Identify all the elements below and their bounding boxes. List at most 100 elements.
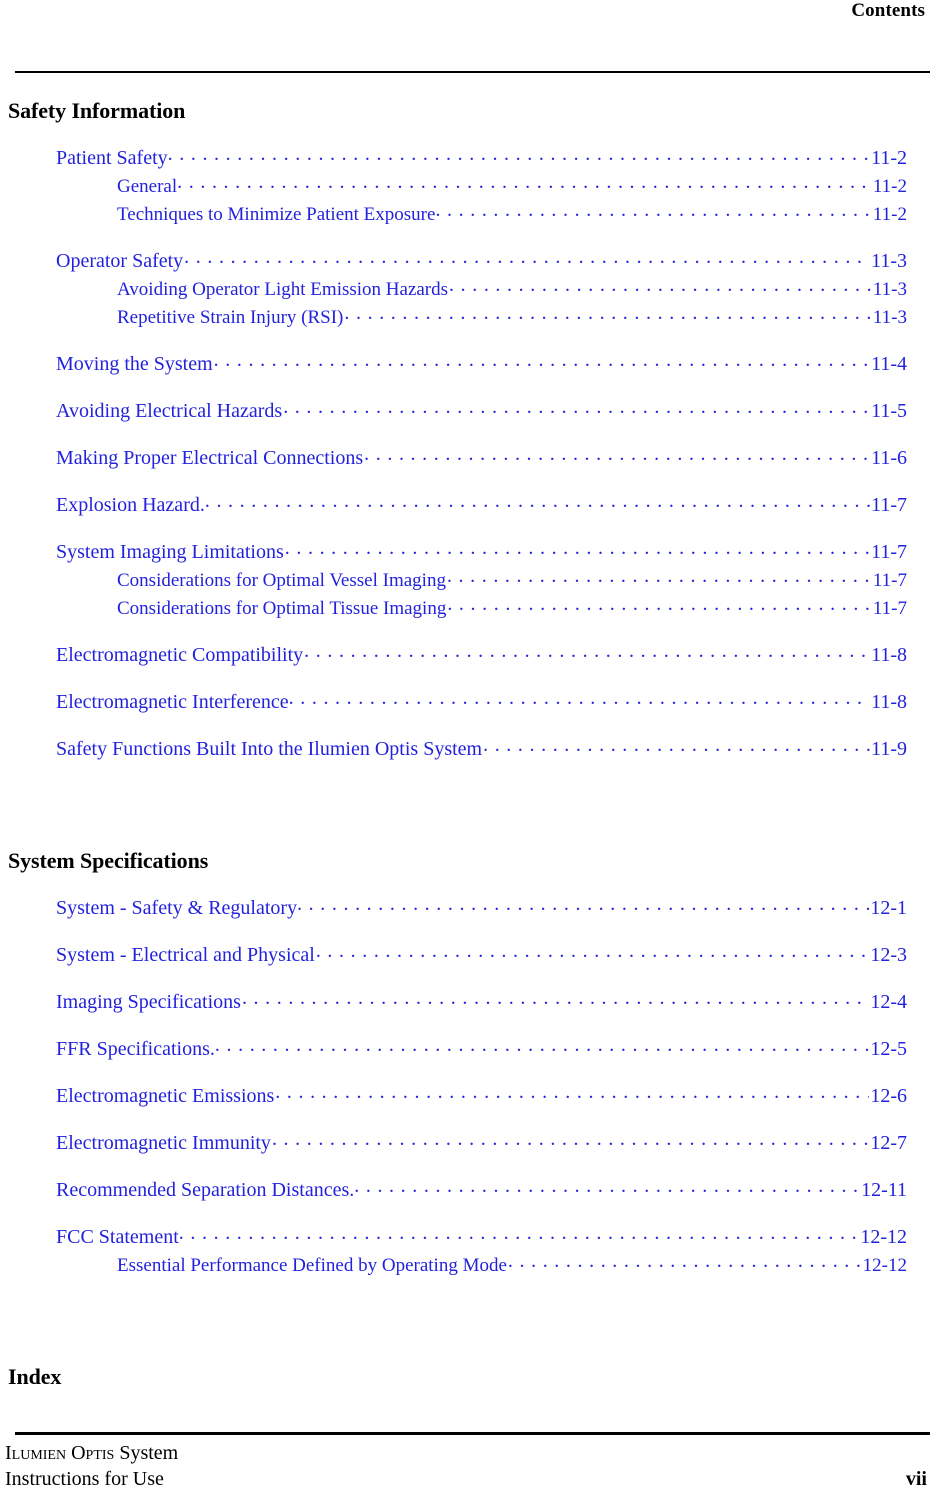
toc-entry[interactable]: Explosion Hazard. 11-7 xyxy=(0,491,945,520)
running-header-title: Contents xyxy=(851,0,925,21)
toc-entry-label: Considerations for Optimal Tissue Imagin… xyxy=(117,598,447,619)
toc-entry[interactable]: Avoiding Electrical Hazards 11-5 xyxy=(0,397,945,426)
toc-entry[interactable]: Electromagnetic Emissions 12-6 xyxy=(0,1082,945,1111)
toc-entry-page-number: 12-1 xyxy=(870,897,907,919)
toc-dot-leader xyxy=(297,894,869,914)
toc-entry[interactable]: Imaging Specifications 12-4 xyxy=(0,988,945,1017)
toc-group: Electromagnetic Immunity 12-7 xyxy=(0,1129,945,1158)
toc-group: FCC Statement 12-12 Essential Performance … xyxy=(0,1223,945,1280)
footer-product-suffix: System xyxy=(119,1442,179,1464)
toc-entry-page-number: 11-4 xyxy=(871,353,907,375)
toc-dot-leader xyxy=(242,988,869,1008)
toc-group: Imaging Specifications 12-4 xyxy=(0,988,945,1017)
toc-entry-page-number: 11-2 xyxy=(872,176,907,197)
toc-entry[interactable]: General 11-2 xyxy=(0,173,945,201)
toc-dot-leader xyxy=(289,688,870,708)
toc-entry[interactable]: Operator Safety 11-3 xyxy=(0,247,945,276)
toc-entry[interactable]: Patient Safety 11-2 xyxy=(0,144,945,173)
toc-entry-label: Considerations for Optimal Vessel Imagin… xyxy=(117,570,446,591)
footer-product-name-optis: Optis xyxy=(71,1442,115,1464)
toc-entry[interactable]: Repetitive Strain Injury (RSI) 11-3 xyxy=(0,304,945,332)
toc-entry[interactable]: Moving the System 11-4 xyxy=(0,350,945,379)
toc-dot-leader xyxy=(304,641,870,661)
toc-section: Safety InformationPatient Safety11-2Gene… xyxy=(0,72,945,764)
toc-entry[interactable]: Considerations for Optimal Tissue Imagin… xyxy=(0,595,945,623)
toc-dot-leader xyxy=(447,567,872,586)
toc-entry-page-number: 11-5 xyxy=(871,400,907,422)
toc-entry[interactable]: System - Safety & Regulatory 12-1 xyxy=(0,894,945,923)
toc-entry[interactable]: System Imaging Limitations 11-7 xyxy=(0,538,945,567)
toc-dot-leader xyxy=(179,1223,860,1243)
toc-entry[interactable]: Avoiding Operator Light Emission Hazards… xyxy=(0,276,945,304)
footer-document-subtitle: Instructions for Use xyxy=(5,1468,164,1490)
footer-divider-rule xyxy=(15,1432,930,1435)
toc-entry-label: System - Electrical and Physical xyxy=(56,944,315,966)
toc-dot-leader xyxy=(275,1082,869,1102)
toc-entry-page-number: 12-7 xyxy=(870,1132,907,1154)
toc-entry-page-number: 12-5 xyxy=(870,1038,907,1060)
toc-dot-leader xyxy=(449,276,872,295)
toc-entry-label: Repetitive Strain Injury (RSI) xyxy=(117,307,344,328)
toc-entry[interactable]: Essential Performance Defined by Operati… xyxy=(0,1252,945,1280)
toc-entry-label: General xyxy=(117,176,178,197)
toc-entry-label: Electromagnetic Emissions xyxy=(56,1085,275,1107)
toc-entry[interactable]: Safety Functions Built Into the Ilumien … xyxy=(0,735,945,764)
toc-entry[interactable]: Considerations for Optimal Vessel Imagin… xyxy=(0,567,945,595)
toc-dot-leader xyxy=(447,595,872,614)
toc-entry[interactable]: FCC Statement 12-12 xyxy=(0,1223,945,1252)
toc-entry-page-number: 12-3 xyxy=(870,944,907,966)
toc-entry-page-number: 11-2 xyxy=(872,204,907,225)
toc-entry-page-number: 11-6 xyxy=(871,447,907,469)
toc-entry-page-number: 12-12 xyxy=(860,1226,907,1248)
footer-product-name-ilumien: Ilumien xyxy=(5,1442,67,1464)
toc-group: Operator Safety11-3Avoiding Operator Lig… xyxy=(0,247,945,332)
toc-entry[interactable]: Techniques to Minimize Patient Exposure 1… xyxy=(0,201,945,229)
toc-dot-leader xyxy=(283,397,870,417)
toc-entry[interactable]: FFR Specifications. 12-5 xyxy=(0,1035,945,1064)
toc-entry[interactable]: Electromagnetic Immunity 12-7 xyxy=(0,1129,945,1158)
toc-entry-page-number: 11-7 xyxy=(872,570,907,591)
toc-dot-leader xyxy=(508,1252,862,1271)
toc-entry-page-number: 11-9 xyxy=(871,738,907,760)
toc-dot-leader xyxy=(344,304,871,323)
toc-entry-label: Patient Safety xyxy=(56,147,168,169)
toc-entry-label: System Imaging Limitations xyxy=(56,541,284,563)
toc-entry-label: Essential Performance Defined by Operati… xyxy=(117,1255,507,1276)
page-header: Contents xyxy=(0,0,945,73)
toc-entry-label: Avoiding Electrical Hazards xyxy=(56,400,283,422)
toc-section-title: System Specifications xyxy=(8,848,209,873)
toc-group: Avoiding Electrical Hazards 11-5 xyxy=(0,397,945,426)
toc-entry-label: Safety Functions Built Into the Ilumien … xyxy=(56,738,483,760)
toc-entry[interactable]: Making Proper Electrical Connections 11-6 xyxy=(0,444,945,473)
toc-group: Recommended Separation Distances. 12-11 xyxy=(0,1176,945,1205)
toc-group: Electromagnetic Emissions 12-6 xyxy=(0,1082,945,1111)
toc-dot-leader xyxy=(214,350,870,370)
toc-entry-page-number: 11-3 xyxy=(872,307,907,328)
toc-dot-leader xyxy=(177,173,872,192)
toc-entry-page-number: 12-12 xyxy=(862,1255,907,1276)
toc-entry[interactable]: Electromagnetic Interference 11-8 xyxy=(0,688,945,717)
toc-dot-leader xyxy=(205,491,870,511)
toc-entry[interactable]: Recommended Separation Distances. 12-11 xyxy=(0,1176,945,1205)
toc-entry[interactable]: Electromagnetic Compatibility 11-8 xyxy=(0,641,945,670)
toc-section-title: Index xyxy=(8,1364,62,1389)
footer-product-line: Ilumien Optis System xyxy=(5,1440,178,1466)
toc-entry-label: FFR Specifications. xyxy=(56,1038,215,1060)
toc-group: Making Proper Electrical Connections 11-6 xyxy=(0,444,945,473)
toc-entry-label: Operator Safety xyxy=(56,250,184,272)
toc-dot-leader xyxy=(272,1129,869,1149)
toc-entry-label: Electromagnetic Immunity xyxy=(56,1132,271,1154)
toc-entry-label: Imaging Specifications xyxy=(56,991,241,1013)
toc-entry-page-number: 11-7 xyxy=(871,494,907,516)
toc-entry-label: Electromagnetic Compatibility xyxy=(56,644,304,666)
toc-group: System - Electrical and Physical 12-3 xyxy=(0,941,945,970)
toc-entry-page-number: 12-4 xyxy=(870,991,907,1013)
toc-entry-label: Making Proper Electrical Connections xyxy=(56,447,364,469)
toc-entry-page-number: 11-3 xyxy=(871,250,907,272)
table-of-contents: Safety InformationPatient Safety11-2Gene… xyxy=(0,72,945,1392)
toc-group: Patient Safety11-2General11-2Techniques … xyxy=(0,144,945,229)
toc-entry-label: Moving the System xyxy=(56,353,213,375)
toc-entry-page-number: 11-3 xyxy=(872,279,907,300)
toc-section-title: Safety Information xyxy=(8,98,186,123)
toc-entry[interactable]: System - Electrical and Physical 12-3 xyxy=(0,941,945,970)
